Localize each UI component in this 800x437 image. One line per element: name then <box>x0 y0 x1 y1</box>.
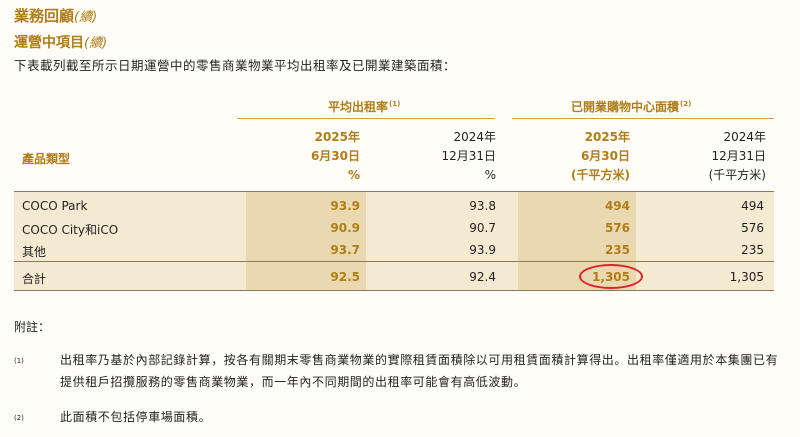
col-header-2: 2024年 12月31日% <box>441 130 496 182</box>
group-rule-gfa <box>512 118 774 119</box>
note-text: 此面積不包括停車場面積。 <box>60 410 212 424</box>
section-subtitle: 運營中項目(續) <box>14 35 108 51</box>
section-title: 業務回顧(續) <box>14 7 98 25</box>
row-label: COCO City和iCO <box>22 223 119 237</box>
col-header-1: 2025年 6月30日% <box>310 130 360 182</box>
group-header-gfa: 已開業購物中心面積(2) <box>571 100 692 114</box>
cell-value: 576 <box>741 221 764 235</box>
cell-value: 90.7 <box>469 221 496 235</box>
table-row: 其他 93.7 93.9 235 235 <box>14 239 774 261</box>
note-marker: (1) <box>14 357 24 365</box>
group-rule-occupancy <box>237 118 495 119</box>
cell-value: 494 <box>741 199 764 213</box>
red-circle-annotation <box>579 264 643 289</box>
cell-value: 92.4 <box>469 270 496 284</box>
cell-value: 93.9 <box>469 243 496 257</box>
total-label: 合計 <box>22 272 47 286</box>
table-row: COCO Park 93.9 93.8 494 494 <box>14 195 774 217</box>
cell-value: 235 <box>741 243 764 257</box>
note-text: 出租率乃基於內部記錄計算，按各有關期末零售商業物業的實際租賃面積除以可用租賃面積… <box>60 353 779 389</box>
col-header-3: 2025年 6月30日 (千平方米) <box>571 130 630 182</box>
cell-value: 576 <box>604 221 630 235</box>
product-type-label: 產品類型 <box>22 152 71 166</box>
row-label: COCO Park <box>22 199 88 213</box>
cell-value: 93.9 <box>330 199 360 213</box>
cell-value: 93.7 <box>330 243 360 257</box>
cell-value: 90.9 <box>330 221 360 235</box>
notes-title: 附註： <box>14 320 51 334</box>
cell-value: 494 <box>604 199 630 213</box>
col-header-4: 2024年 12月31日 (千平方米) <box>708 130 766 182</box>
group-header-occupancy: 平均出租率(1) <box>328 100 401 114</box>
table-row: COCO City和iCO 90.9 90.7 576 576 <box>14 217 774 239</box>
total-row: 合計 92.5 92.4 1,305 1,305 <box>14 266 774 288</box>
bottom-rule <box>14 290 774 291</box>
cell-value: 1,305 <box>729 270 764 284</box>
intro-text: 下表載列截至所示日期運營中的零售商業物業平均出租率及已開業建築面積： <box>14 58 457 73</box>
note-marker: (2) <box>14 414 24 422</box>
cell-value: 92.5 <box>330 270 360 284</box>
cell-value: 93.8 <box>469 199 496 213</box>
cell-value: 235 <box>604 243 630 257</box>
row-label: 其他 <box>22 245 47 259</box>
